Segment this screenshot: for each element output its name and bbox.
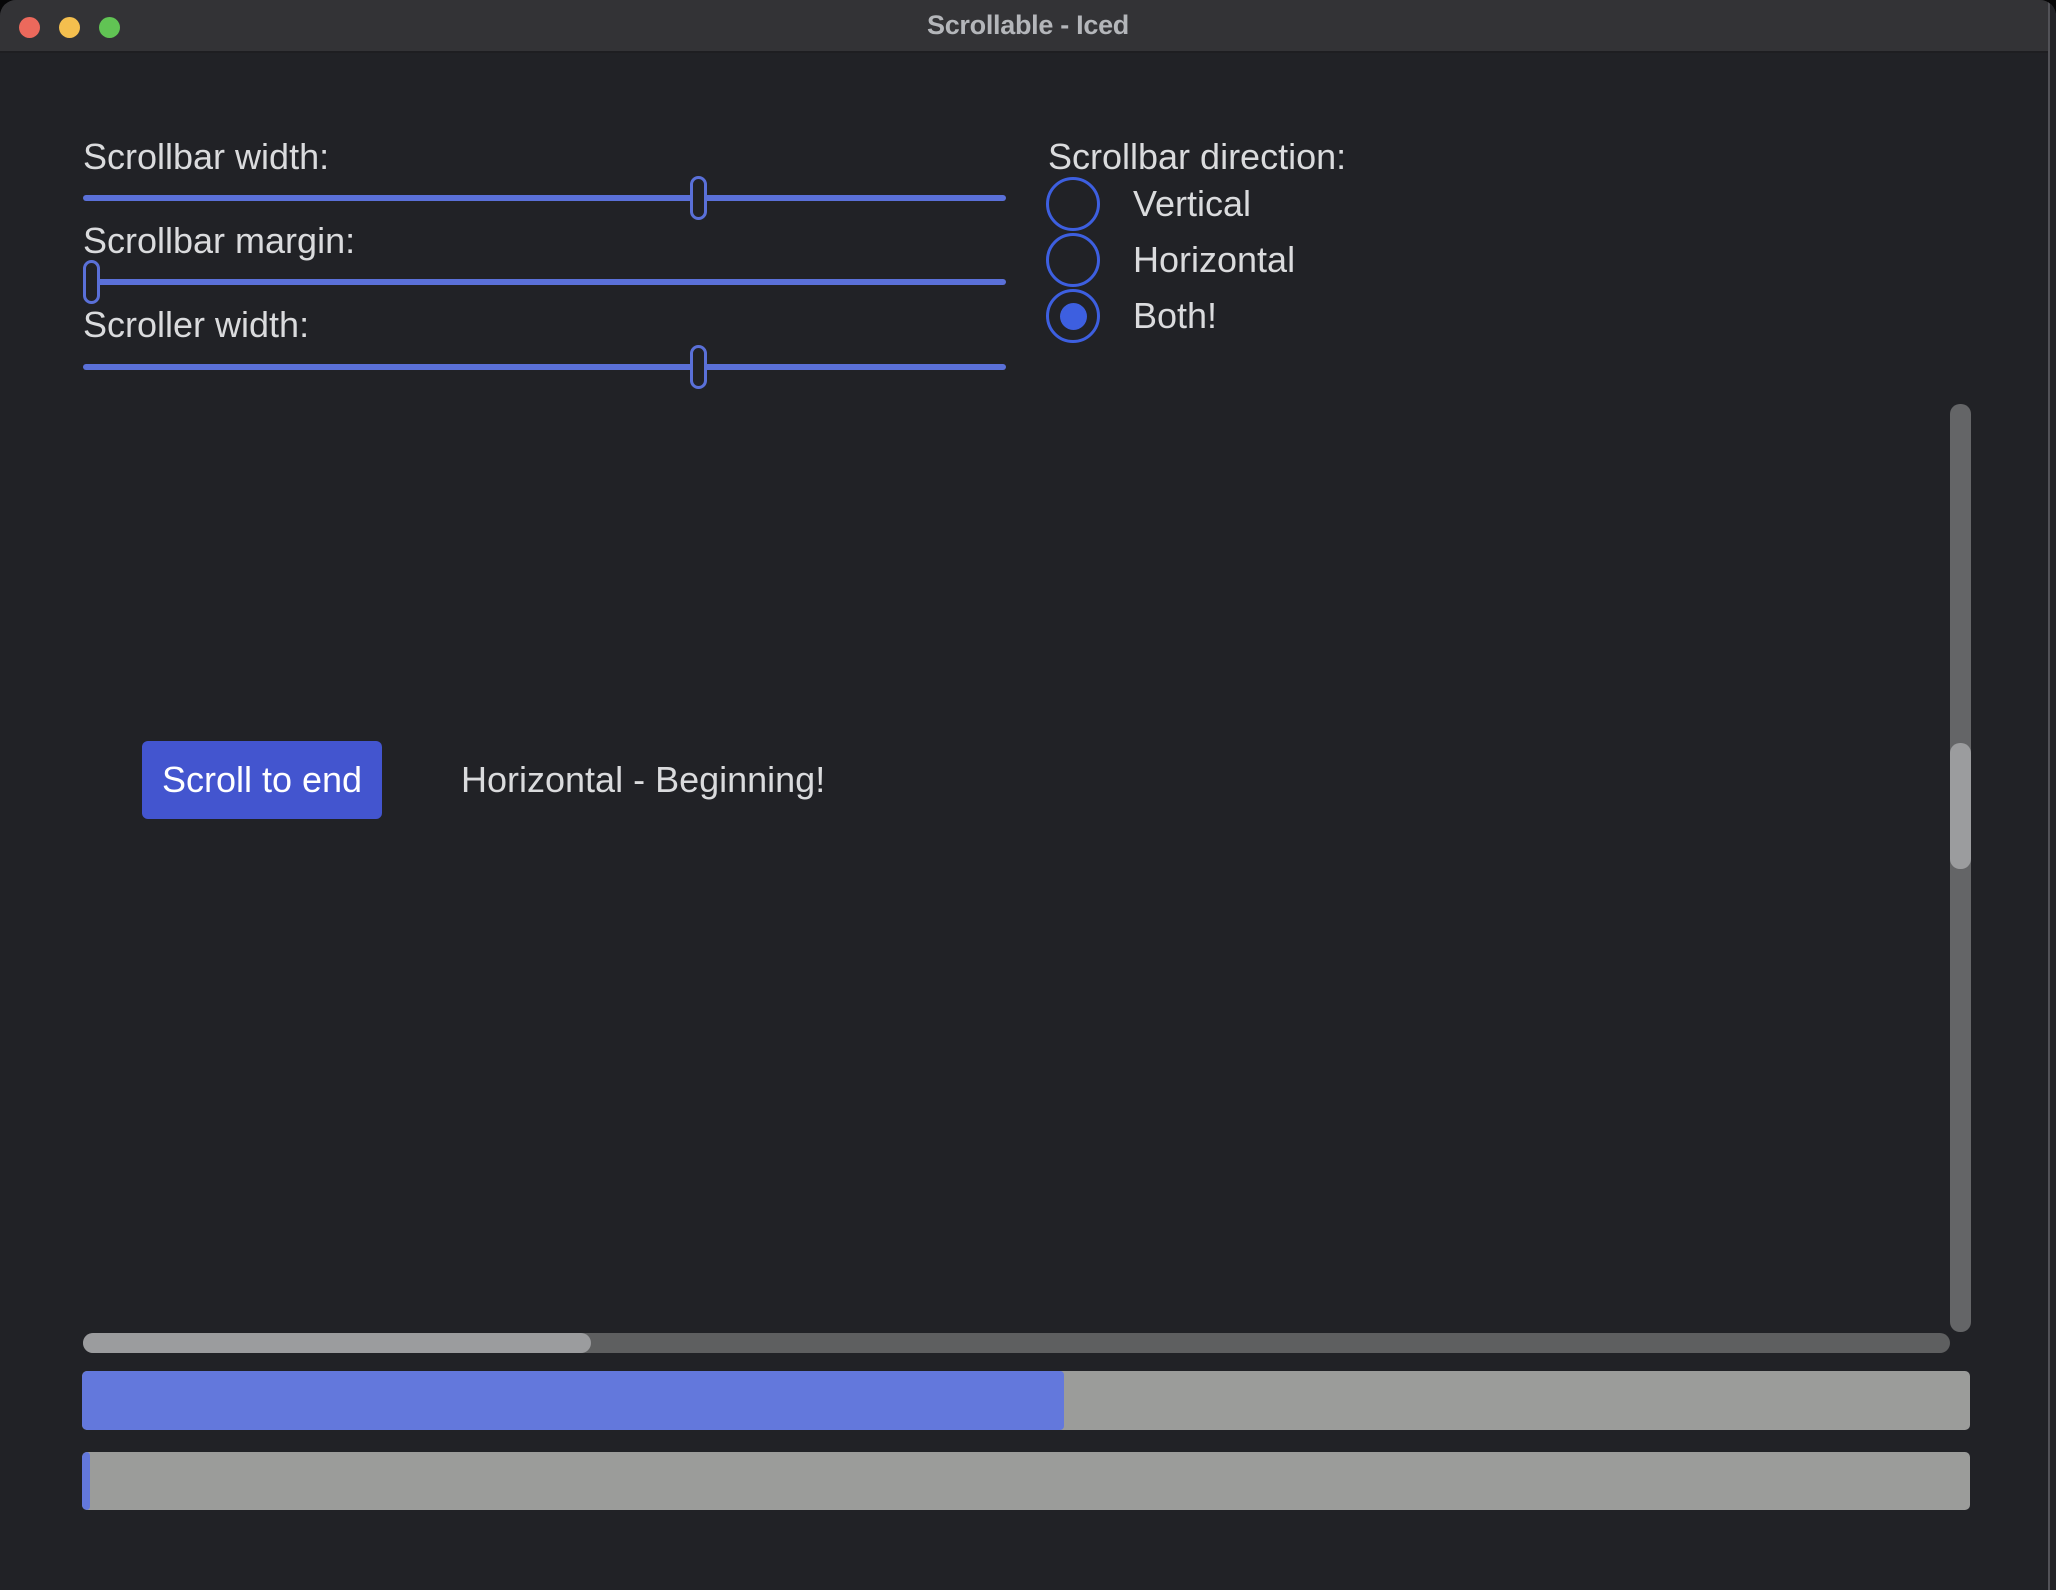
scroll-to-end-button[interactable]: Scroll to end bbox=[142, 741, 382, 819]
scroller-width-label: Scroller width: bbox=[83, 301, 309, 349]
slider-rail[interactable] bbox=[83, 364, 1006, 370]
radio-dot-icon bbox=[1060, 303, 1087, 330]
radio-label: Vertical bbox=[1133, 183, 1251, 225]
vertical-scrollbar[interactable] bbox=[1950, 404, 1971, 1332]
app-window: Scrollable - Iced Scrollbar width: Scrol… bbox=[0, 0, 2056, 1590]
radio-circle-icon[interactable] bbox=[1046, 177, 1100, 231]
slider-rail[interactable] bbox=[83, 195, 1006, 201]
progress-fill bbox=[82, 1452, 90, 1510]
slider-handle[interactable] bbox=[690, 345, 707, 389]
scrollbar-margin-slider[interactable] bbox=[83, 259, 1006, 305]
scrollbar-width-label: Scrollbar width: bbox=[83, 133, 329, 181]
scrollbar-width-slider[interactable] bbox=[83, 175, 1006, 221]
radio-label: Both! bbox=[1133, 295, 1217, 337]
scroll-status-text: Horizontal - Beginning! bbox=[461, 756, 825, 804]
radio-both[interactable]: Both! bbox=[1046, 289, 1217, 343]
progress-fill bbox=[82, 1371, 1064, 1430]
scrollbar-margin-label: Scrollbar margin: bbox=[83, 217, 355, 265]
vertical-scrollbar-thumb[interactable] bbox=[1950, 743, 1971, 869]
radio-vertical[interactable]: Vertical bbox=[1046, 177, 1251, 231]
radio-horizontal[interactable]: Horizontal bbox=[1046, 233, 1295, 287]
radio-circle-icon[interactable] bbox=[1046, 233, 1100, 287]
horizontal-progress-bar bbox=[82, 1371, 1970, 1430]
window-title: Scrollable - Iced bbox=[0, 0, 2056, 51]
slider-handle[interactable] bbox=[83, 260, 100, 304]
slider-rail[interactable] bbox=[83, 279, 1006, 285]
vertical-progress-bar bbox=[82, 1452, 1970, 1510]
horizontal-scrollbar-thumb[interactable] bbox=[83, 1333, 591, 1353]
slider-handle[interactable] bbox=[690, 176, 707, 220]
window-right-border bbox=[2048, 0, 2056, 1590]
scrollbar-direction-label: Scrollbar direction: bbox=[1048, 133, 1346, 181]
radio-label: Horizontal bbox=[1133, 239, 1295, 281]
scroller-width-slider[interactable] bbox=[83, 344, 1006, 390]
radio-circle-icon[interactable] bbox=[1046, 289, 1100, 343]
title-bar: Scrollable - Iced bbox=[0, 0, 2056, 53]
horizontal-scrollbar[interactable] bbox=[83, 1333, 1950, 1353]
